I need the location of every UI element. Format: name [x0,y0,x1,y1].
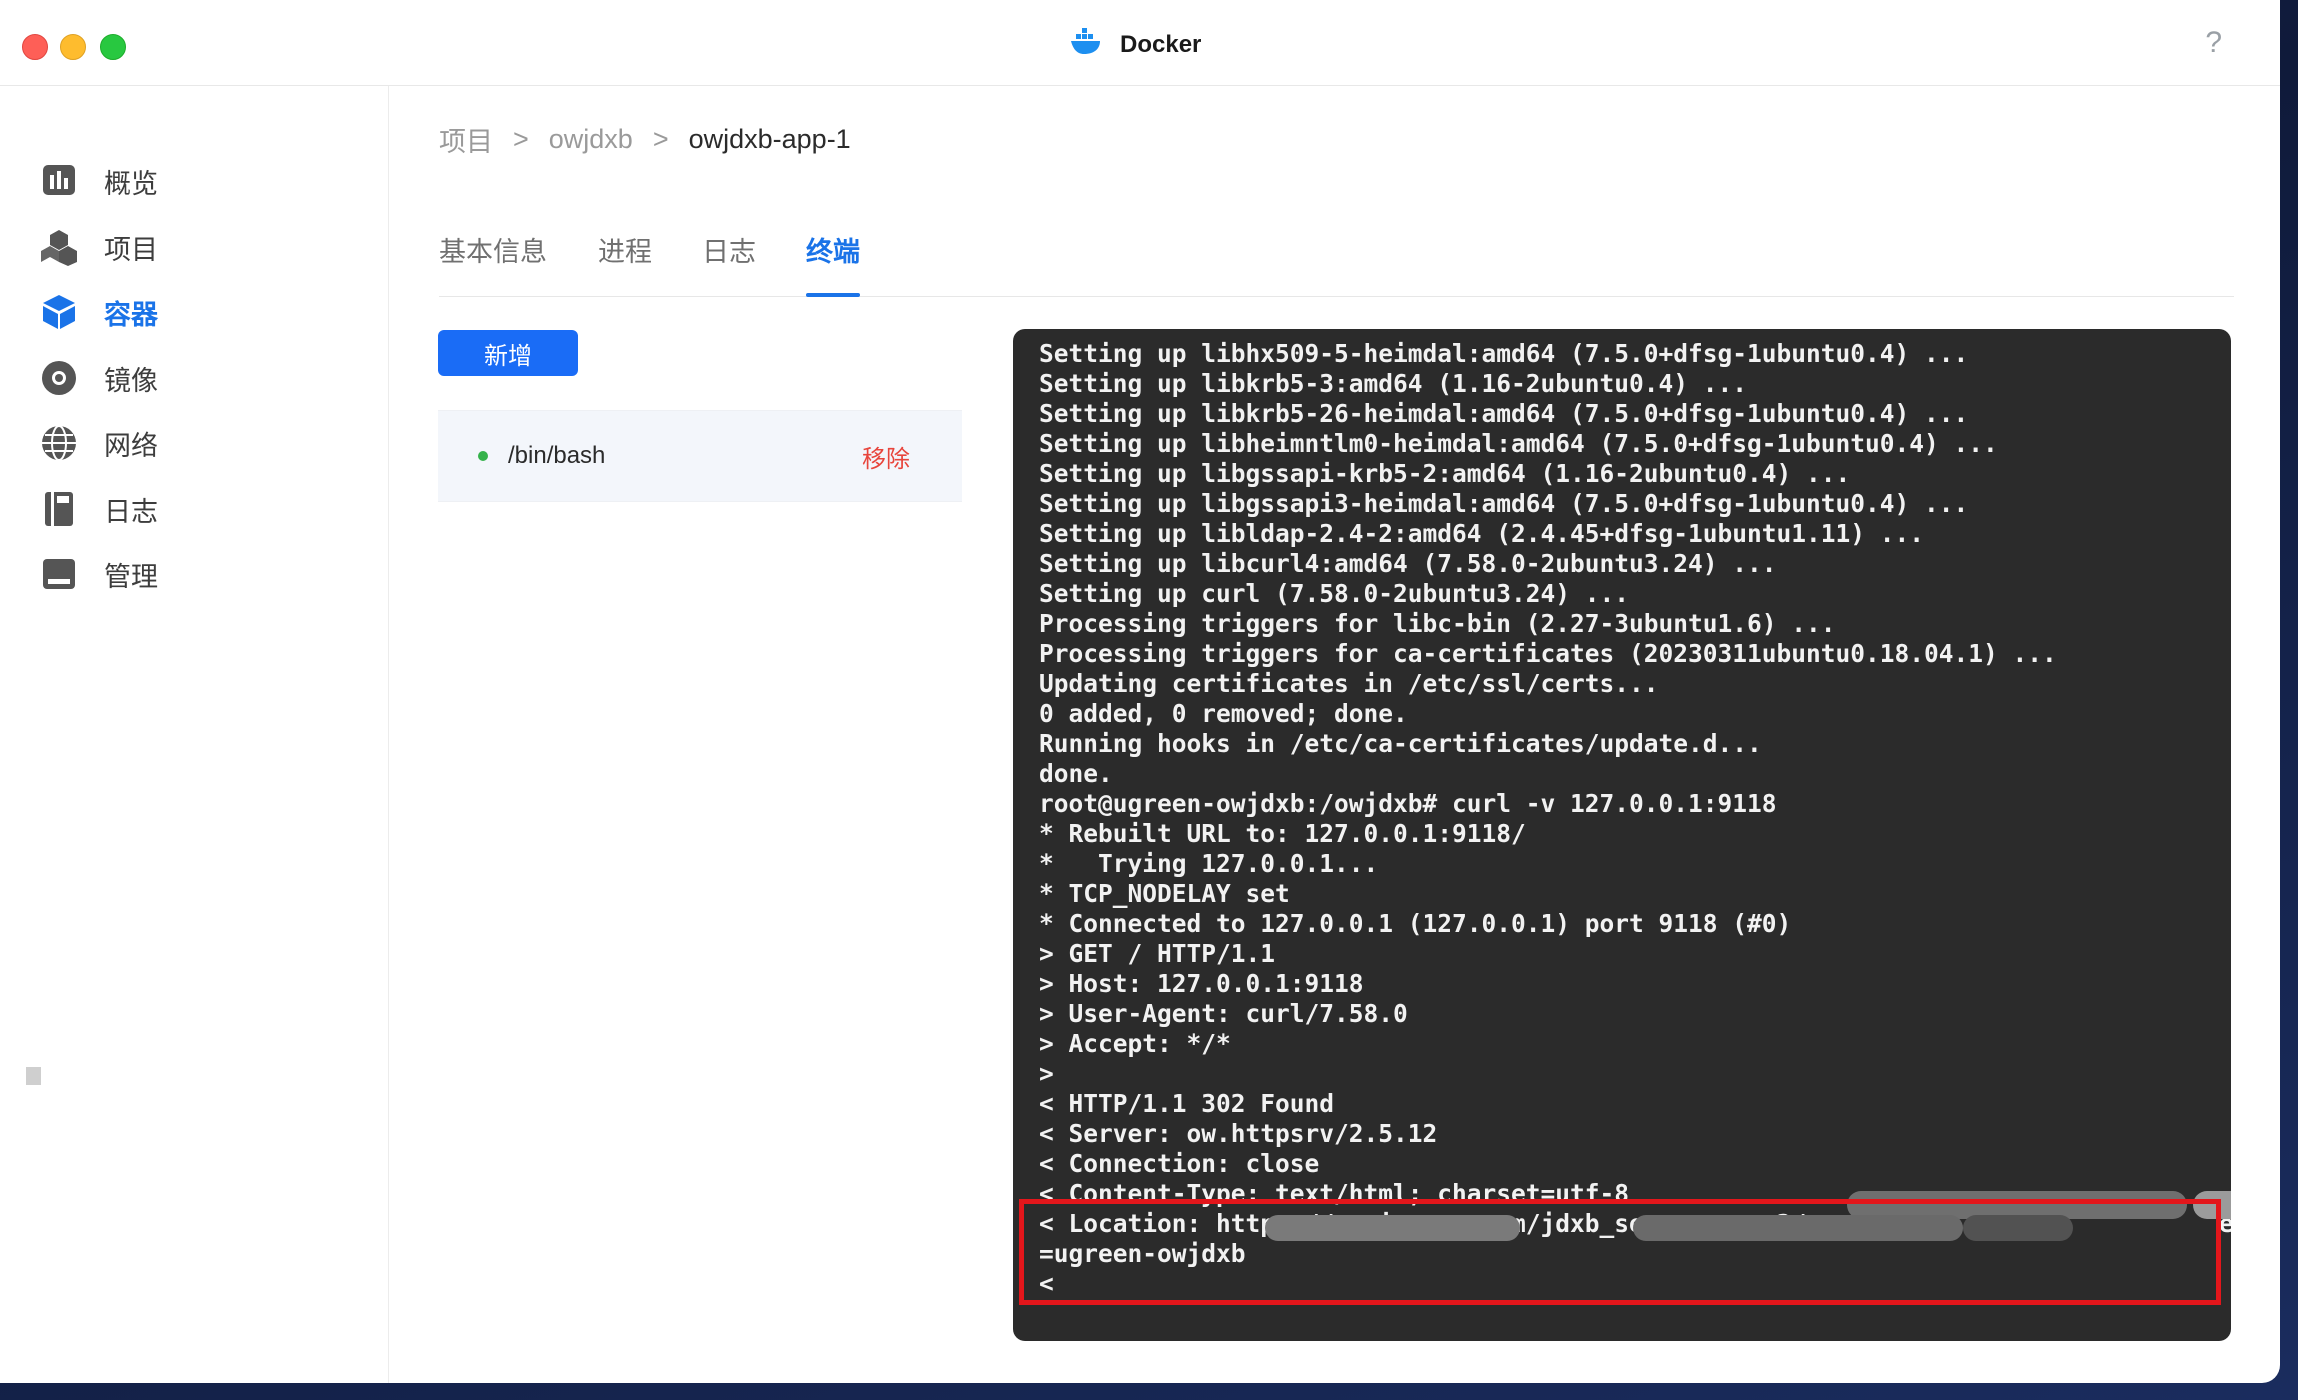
breadcrumb: 项目 > owjdxb > owjdxb-app-1 [439,120,851,159]
terminal-session-item[interactable]: /bin/bash 移除 [438,410,962,502]
sidebar-item-label: 镜像 [104,365,158,396]
terminal-line: < [1039,1269,1054,1298]
session-name: /bin/bash [508,442,606,469]
sidebar-item-containers[interactable]: 容器 [40,282,360,342]
terminal-line: Setting up libgssapi-krb5-2:amd64 (1.16-… [1039,459,1851,488]
redaction-blur [1265,1215,1520,1241]
breadcrumb-separator: > [513,124,529,154]
terminal-line: < Server: ow.httpsrv/2.5.12 [1039,1119,1438,1148]
window-title: Docker [1120,30,1202,58]
terminal-line: Processing triggers for libc-bin (2.27-3… [1039,609,1836,638]
terminal-line: Setting up libldap-2.4-2:amd64 (2.4.45+d… [1039,519,1925,548]
terminal-line: done. [1039,759,1113,788]
app-title: Docker [1070,28,1201,61]
sidebar-item-label: 概览 [104,168,158,199]
title-bar: Docker ? [0,0,2280,86]
sidebar-item-label: 网络 [104,430,158,461]
status-dot [478,451,488,461]
remove-session-button[interactable]: 移除 [862,439,910,474]
terminal-line: Setting up libkrb5-3:amd64 (1.16-2ubuntu… [1039,369,1748,398]
breadcrumb-separator: > [652,124,669,154]
redaction-blur [2193,1191,2231,1219]
sidebar-item-label: 管理 [104,561,158,592]
breadcrumb-projects-link[interactable]: 项目 [439,120,493,159]
add-session-button[interactable]: 新增 [438,330,578,376]
help-button[interactable]: ? [2205,26,2222,60]
terminal-output[interactable]: Setting up libhx509-5-heimdal:amd64 (7.5… [1013,329,2231,1341]
overview-chart-icon [40,162,78,200]
sidebar: 概览 项目 容器 镜像 网络 日志 管理 [0,86,389,1383]
terminal-line: Running hooks in /etc/ca-certificates/up… [1039,729,1762,758]
tab-bar: 基本信息 进程 日志 终端 [439,232,2234,297]
terminal-line: > Host: 127.0.0.1:9118 [1039,969,1364,998]
terminal-line: > Accept: */* [1039,1029,1231,1058]
terminal-line: * Connected to 127.0.0.1 (127.0.0.1) por… [1039,909,1792,938]
minimize-window-button[interactable] [60,34,86,60]
terminal-line: Setting up curl (7.58.0-2ubuntu3.24) ... [1039,579,1630,608]
tab-terminal[interactable]: 终端 [806,232,860,297]
terminal-line: Setting up libkrb5-26-heimdal:amd64 (7.5… [1039,399,1969,428]
close-window-button[interactable] [22,34,48,60]
sidebar-item-label: 日志 [104,496,158,527]
sidebar-item-images[interactable]: 镜像 [40,348,360,408]
redaction-blur [1963,1215,2073,1241]
main-content: 项目 > owjdxb > owjdxb-app-1 基本信息 进程 日志 终端… [389,86,2280,1383]
terminal-line: * TCP_NODELAY set [1039,879,1290,908]
container-box-icon [40,293,78,331]
terminal-line: =ugreen-owjdxb [1039,1239,1246,1268]
sidebar-item-projects[interactable]: 项目 [40,217,360,277]
project-cubes-icon [40,228,78,266]
terminal-line: > User-Agent: curl/7.58.0 [1039,999,1408,1028]
terminal-line: < Connection: close [1039,1149,1320,1178]
manage-panel-icon [40,555,78,593]
terminal-line: < HTTP/1.1 302 Found [1039,1089,1335,1118]
docker-whale-icon [1070,28,1104,61]
tab-basic-info[interactable]: 基本信息 [439,232,547,296]
sidebar-item-network[interactable]: 网络 [40,413,360,473]
terminal-line: Setting up libhx509-5-heimdal:amd64 (7.5… [1039,339,1969,368]
sidebar-item-label: 项目 [104,234,158,265]
terminal-line: * Trying 127.0.0.1... [1039,849,1379,878]
terminal-text: Setting up libhx509-5-heimdal:amd64 (7.5… [1039,339,2231,1299]
docker-window: Docker ? 概览 项目 容器 镜像 网络 日志 管理 项目 > owjdx… [0,0,2280,1383]
sidebar-item-overview[interactable]: 概览 [40,151,360,211]
terminal-cursor [26,1067,41,1085]
sidebar-item-logs[interactable]: 日志 [40,479,360,539]
terminal-line: Setting up libheimntlm0-heimdal:amd64 (7… [1039,429,1998,458]
tab-processes[interactable]: 进程 [598,232,652,296]
breadcrumb-project-link[interactable]: owjdxb [549,124,633,155]
log-book-icon [40,490,78,528]
terminal-line: Setting up libcurl4:amd64 (7.58.0-2ubunt… [1039,549,1777,578]
network-globe-icon [40,424,78,462]
terminal-line: 0 added, 0 removed; done. [1039,699,1408,728]
redaction-blur [1633,1215,1963,1241]
zoom-window-button[interactable] [100,34,126,60]
image-disc-icon [40,359,78,397]
terminal-line: * Rebuilt URL to: 127.0.0.1:9118/ [1039,819,1526,848]
terminal-line: Processing triggers for ca-certificates … [1039,639,2057,668]
terminal-line: Updating certificates in /etc/ssl/certs.… [1039,669,1659,698]
tab-logs[interactable]: 日志 [702,232,756,296]
sidebar-item-label: 容器 [104,299,158,330]
terminal-line: > GET / HTTP/1.1 [1039,939,1276,968]
terminal-line: > [1039,1059,1054,1088]
sidebar-item-manage[interactable]: 管理 [40,544,360,604]
breadcrumb-current: owjdxb-app-1 [688,124,851,154]
terminal-line: root@ugreen-owjdxb:/owjdxb# curl -v 127.… [1039,789,1777,818]
terminal-line: Setting up libgssapi3-heimdal:amd64 (7.5… [1039,489,1969,518]
